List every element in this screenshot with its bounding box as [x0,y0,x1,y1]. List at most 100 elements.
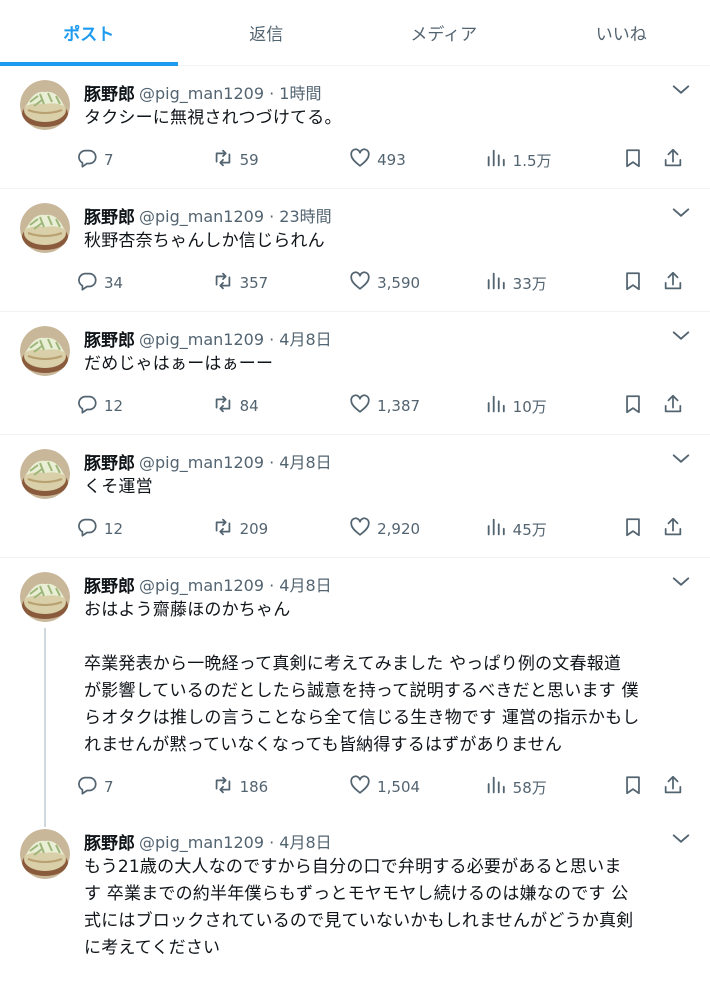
tweet[interactable]: 豚野郎 @pig_man1209 · 4月8日 だめじゃはぁーはぁーー 12 8… [0,312,710,435]
handle-and-time[interactable]: @pig_man1209 · 1時間 [139,80,321,104]
handle-and-time[interactable]: @pig_man1209 · 4月8日 [139,572,332,596]
reply-button[interactable]: 12 [76,516,212,542]
share-button[interactable] [662,393,692,419]
view-count: 58万 [512,778,547,797]
like-count: 1,387 [377,397,421,415]
bookmark-icon [622,516,644,542]
more-options-button[interactable] [664,326,698,350]
chevron-down-icon [670,79,692,105]
share-button[interactable] [662,270,692,296]
tweet[interactable]: 豚野郎 @pig_man1209 · 23時間 秋野杏奈ちゃんしか信じられん 3… [0,189,710,312]
tweet-actions: 12 84 1,387 10万 [76,378,692,434]
display-name[interactable]: 豚野郎 [84,326,135,351]
reply-button[interactable]: 7 [76,774,212,800]
tweet[interactable]: 豚野郎 @pig_man1209 · 4月8日 くそ運営 12 209 2,92… [0,435,710,558]
avatar[interactable] [20,449,70,499]
tab-replies[interactable]: 返信 [178,0,356,65]
handle-and-time[interactable]: @pig_man1209 · 23時間 [139,203,332,227]
avatar[interactable] [20,203,70,253]
tweet-header: 豚野郎 @pig_man1209 · 4月8日 [84,449,692,474]
bookmark-button[interactable] [622,774,662,800]
tab-likes[interactable]: いいね [533,0,710,65]
views-button[interactable]: 10万 [485,393,623,419]
tweet-text: おはよう齋藤ほのかちゃん 卒業発表から一晩経って真剣に考えてみました やっぱり例… [84,600,640,755]
views-button[interactable]: 58万 [485,774,623,800]
avatar[interactable] [20,326,70,376]
reply-icon [76,393,98,419]
tab-label: ポスト [63,25,115,45]
retweet-icon [212,270,234,296]
retweet-count: 357 [239,274,269,292]
tweet[interactable]: 豚野郎 @pig_man1209 · 4月8日 おはよう齋藤ほのかちゃん 卒業発… [0,558,710,827]
avatar[interactable] [20,829,70,879]
like-button[interactable]: 2,920 [349,516,485,542]
share-button[interactable] [662,774,692,800]
display-name[interactable]: 豚野郎 [84,203,135,228]
display-name[interactable]: 豚野郎 [84,572,135,597]
views-icon [485,147,507,173]
chevron-down-icon [670,828,692,854]
tweet-header: 豚野郎 @pig_man1209 · 4月8日 [84,326,692,351]
tweet-body: 豚野郎 @pig_man1209 · 4月8日 もう21歳の大人なのですから自分… [74,829,692,962]
tweet-avatar-column [20,80,74,188]
retweet-button[interactable]: 357 [212,270,350,296]
more-options-button[interactable] [664,80,698,104]
like-count: 3,590 [377,274,421,292]
display-name[interactable]: 豚野郎 [84,80,135,105]
tweet-avatar-column [20,449,74,557]
thread-line [44,628,46,827]
handle-and-time[interactable]: @pig_man1209 · 4月8日 [139,829,332,853]
retweet-button[interactable]: 59 [212,147,350,173]
reply-count: 12 [104,397,124,415]
bookmark-icon [622,774,644,800]
like-button[interactable]: 1,504 [349,774,485,800]
share-icon [662,516,684,542]
like-button[interactable]: 1,387 [349,393,485,419]
chevron-down-icon [670,448,692,474]
tweet-avatar-column [20,829,74,962]
bookmark-button[interactable] [622,147,662,173]
more-options-button[interactable] [664,829,698,853]
views-button[interactable]: 1.5万 [485,147,623,173]
more-options-button[interactable] [664,572,698,596]
reply-button[interactable]: 12 [76,393,212,419]
retweet-button[interactable]: 209 [212,516,350,542]
reply-button[interactable]: 34 [76,270,212,296]
views-button[interactable]: 33万 [485,270,623,296]
tweet[interactable]: 豚野郎 @pig_man1209 · 4月8日 もう21歳の大人なのですから自分… [0,815,710,962]
display-name[interactable]: 豚野郎 [84,829,135,854]
view-count: 10万 [512,397,547,416]
tab-label: 返信 [249,25,284,45]
reply-button[interactable]: 7 [76,147,212,173]
tweet-text: だめじゃはぁーはぁーー [84,354,274,374]
handle-and-time[interactable]: @pig_man1209 · 4月8日 [139,449,332,473]
tweet[interactable]: 豚野郎 @pig_man1209 · 1時間 タクシーに無視されつづけてる。 7… [0,66,710,189]
tweet-actions: 7 59 493 1.5万 [76,132,692,188]
retweet-button[interactable]: 186 [212,774,350,800]
views-button[interactable]: 45万 [485,516,623,542]
like-button[interactable]: 493 [349,147,485,173]
chevron-down-icon [670,571,692,597]
tab-posts[interactable]: ポスト [0,0,178,66]
retweet-button[interactable]: 84 [212,393,350,419]
tweet-body: 豚野郎 @pig_man1209 · 4月8日 くそ運営 12 209 2,92… [74,449,692,557]
avatar[interactable] [20,572,70,622]
heart-icon [349,393,371,419]
tab-media[interactable]: メディア [355,0,533,65]
more-options-button[interactable] [664,203,698,227]
handle-and-time[interactable]: @pig_man1209 · 4月8日 [139,326,332,350]
share-icon [662,147,684,173]
share-button[interactable] [662,516,692,542]
more-options-button[interactable] [664,449,698,473]
like-button[interactable]: 3,590 [349,270,485,296]
avatar[interactable] [20,80,70,130]
bookmark-button[interactable] [622,393,662,419]
share-button[interactable] [662,147,692,173]
display-name[interactable]: 豚野郎 [84,449,135,474]
tweet-actions: 34 357 3,590 33万 [76,255,692,311]
bookmark-button[interactable] [622,516,662,542]
bookmark-button[interactable] [622,270,662,296]
bookmark-icon [622,393,644,419]
tweet-text: タクシーに無視されつづけてる。 [84,108,342,128]
reply-icon [76,516,98,542]
